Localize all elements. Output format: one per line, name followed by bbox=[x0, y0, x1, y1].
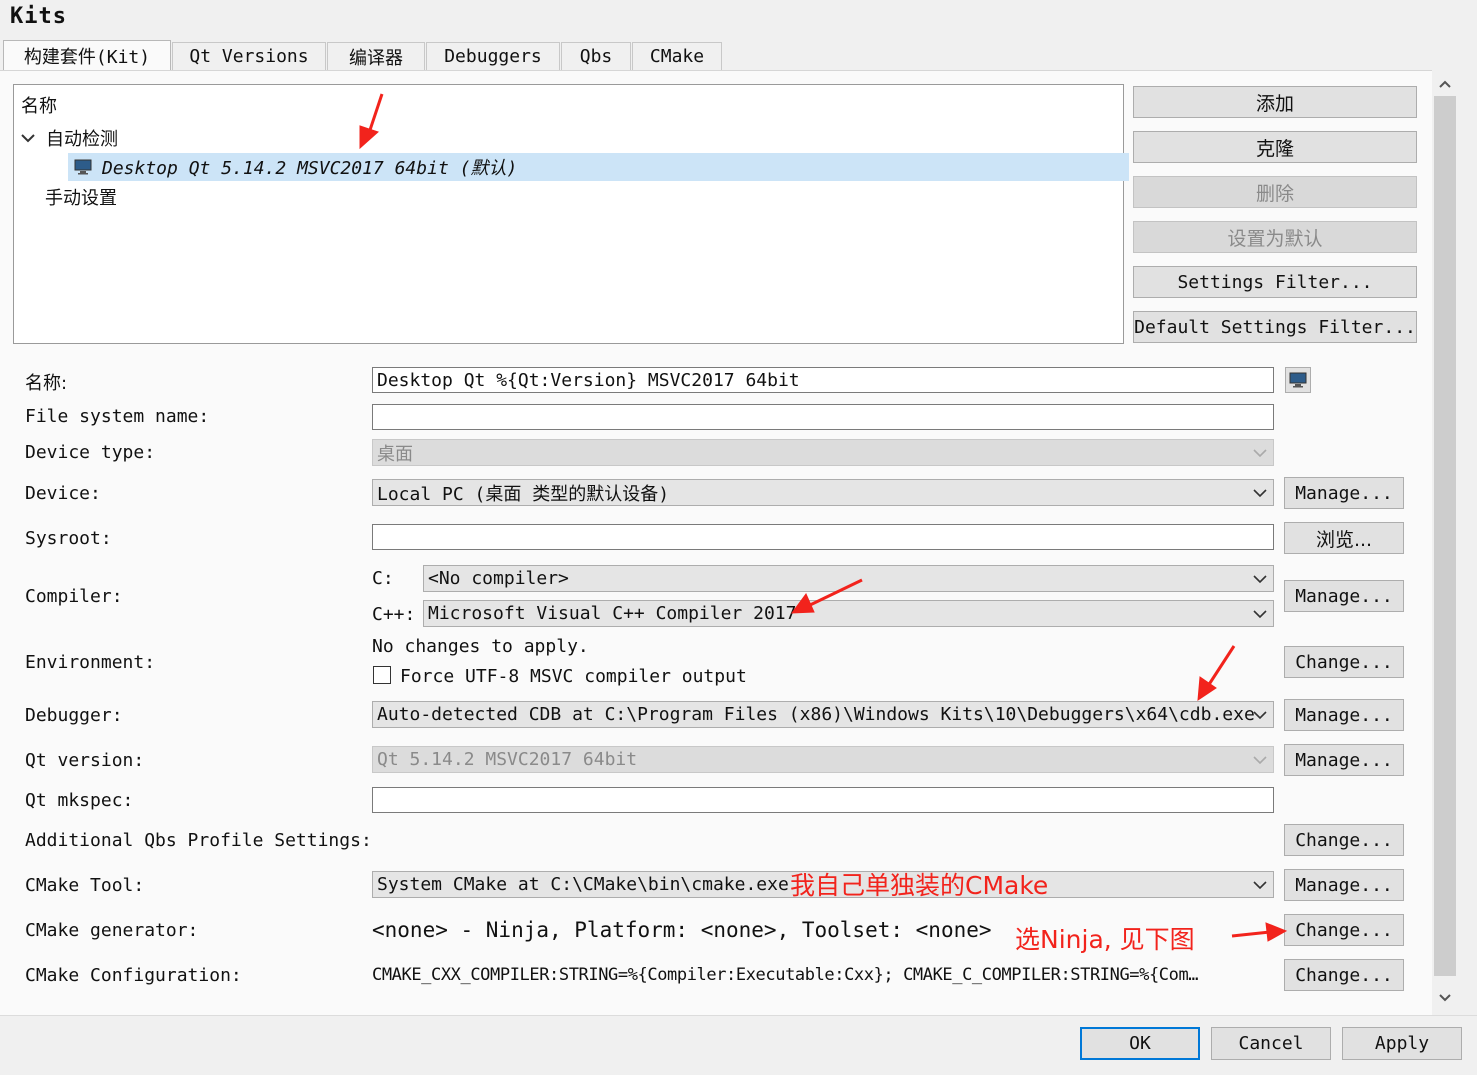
ninja-annotation: 选Ninja, 见下图 bbox=[1015, 925, 1195, 954]
chevron-down-icon bbox=[1253, 702, 1267, 727]
tree-header-label: 名称 bbox=[21, 96, 57, 117]
device-value: Local PC (桌面 类型的默认设备) bbox=[377, 483, 670, 505]
tree-group-auto[interactable]: 自动检测 bbox=[14, 124, 1129, 152]
force-utf8-checkbox[interactable] bbox=[373, 666, 391, 684]
fs-name-label: File system name: bbox=[25, 406, 210, 427]
mkspec-label: Qt mkspec: bbox=[25, 790, 134, 811]
monitor-icon bbox=[1289, 372, 1307, 388]
tab-qbs[interactable]: Qbs bbox=[561, 42, 631, 70]
tree-group-manual[interactable]: 手动设置 bbox=[14, 183, 1154, 211]
sysroot-browse-button[interactable]: 浏览... bbox=[1284, 522, 1404, 554]
qt-version-label: Qt version: bbox=[25, 750, 145, 771]
compiler-label: Compiler: bbox=[25, 586, 123, 607]
chevron-down-icon bbox=[1253, 480, 1267, 505]
name-label: 名称: bbox=[25, 373, 68, 394]
cmake-config-change-button[interactable]: Change... bbox=[1284, 959, 1404, 991]
device-label: Device: bbox=[25, 483, 101, 504]
sysroot-input[interactable] bbox=[372, 524, 1274, 550]
tab-qt-versions[interactable]: Qt Versions bbox=[172, 42, 326, 70]
debugger-select[interactable]: Auto-detected CDB at C:\Program Files (x… bbox=[372, 701, 1274, 728]
chevron-down-icon bbox=[1253, 601, 1267, 626]
cmake-annotation: 我自己单独装的CMake bbox=[790, 871, 1049, 900]
qbs-profile-label: Additional Qbs Profile Settings: bbox=[25, 830, 372, 851]
scrollbar-thumb[interactable] bbox=[1434, 96, 1456, 976]
remove-button[interactable]: 删除 bbox=[1133, 176, 1417, 208]
environment-label: Environment: bbox=[25, 652, 156, 673]
device-select[interactable]: Local PC (桌面 类型的默认设备) bbox=[372, 479, 1274, 506]
name-input[interactable]: Desktop Qt %{Qt:Version} MSVC2017 64bit bbox=[372, 367, 1274, 393]
qt-version-manage-button[interactable]: Manage... bbox=[1284, 744, 1404, 776]
window-title: Kits bbox=[10, 4, 67, 29]
scroll-up-icon[interactable] bbox=[1437, 76, 1453, 92]
force-utf8-label[interactable]: Force UTF-8 MSVC compiler output bbox=[400, 666, 747, 687]
qt-version-value: Qt 5.14.2 MSVC2017 64bit bbox=[377, 749, 638, 770]
compiler-c-label: C: bbox=[372, 568, 394, 589]
cmake-generator-value: <none> - Ninja, Platform: <none>, Toolse… bbox=[372, 918, 992, 942]
tree-item-selected-kit-label: Desktop Qt 5.14.2 MSVC2017 64bit (默认) bbox=[102, 158, 518, 179]
compiler-c-value: <No compiler> bbox=[428, 568, 569, 589]
compiler-cpp-value: Microsoft Visual C++ Compiler 2017 bbox=[428, 603, 797, 624]
mkspec-input[interactable] bbox=[372, 787, 1274, 813]
add-button[interactable]: 添加 bbox=[1133, 86, 1417, 118]
device-type-select[interactable]: 桌面 bbox=[372, 439, 1274, 466]
default-settings-filter-button[interactable]: Default Settings Filter... bbox=[1133, 311, 1417, 343]
device-type-value: 桌面 bbox=[377, 443, 413, 465]
tree-group-manual-label: 手动设置 bbox=[45, 188, 117, 209]
ok-button[interactable]: OK bbox=[1080, 1027, 1200, 1060]
tree-item-selected-kit[interactable]: Desktop Qt 5.14.2 MSVC2017 64bit (默认) bbox=[68, 153, 1129, 181]
settings-filter-button[interactable]: Settings Filter... bbox=[1133, 266, 1417, 298]
monitor-icon bbox=[74, 159, 92, 175]
apply-button[interactable]: Apply bbox=[1342, 1027, 1462, 1060]
chevron-down-icon bbox=[1253, 440, 1267, 465]
clone-button[interactable]: 克隆 bbox=[1133, 131, 1417, 163]
compiler-cpp-label: C++: bbox=[372, 604, 416, 625]
debugger-value: Auto-detected CDB at C:\Program Files (x… bbox=[377, 704, 1255, 725]
device-type-label: Device type: bbox=[25, 442, 156, 463]
chevron-down-icon bbox=[1253, 566, 1267, 591]
compiler-manage-button[interactable]: Manage... bbox=[1284, 580, 1404, 612]
debugger-label: Debugger: bbox=[25, 705, 123, 726]
cmake-config-value: CMAKE_CXX_COMPILER:STRING=%{Compiler:Exe… bbox=[372, 965, 1199, 985]
chevron-down-icon bbox=[1253, 747, 1267, 772]
scroll-down-icon[interactable] bbox=[1437, 990, 1453, 1006]
cmake-tool-value: System CMake at C:\CMake\bin\cmake.exe bbox=[377, 874, 789, 895]
tab-debuggers[interactable]: Debuggers bbox=[426, 42, 560, 70]
debugger-manage-button[interactable]: Manage... bbox=[1284, 699, 1404, 731]
tab-compilers[interactable]: 编译器 bbox=[327, 42, 425, 70]
cmake-generator-label: CMake generator: bbox=[25, 920, 199, 941]
tab-kits[interactable]: 构建套件(Kit) bbox=[3, 40, 171, 71]
chevron-down-icon bbox=[1253, 872, 1267, 897]
make-default-button[interactable]: 设置为默认 bbox=[1133, 221, 1417, 253]
cmake-generator-change-button[interactable]: Change... bbox=[1284, 914, 1404, 946]
cmake-tool-manage-button[interactable]: Manage... bbox=[1284, 869, 1404, 901]
cmake-config-label: CMake Configuration: bbox=[25, 965, 242, 986]
compiler-c-select[interactable]: <No compiler> bbox=[423, 565, 1274, 592]
sysroot-label: Sysroot: bbox=[25, 528, 112, 549]
chevron-down-icon[interactable] bbox=[20, 130, 36, 146]
environment-change-button[interactable]: Change... bbox=[1284, 646, 1404, 678]
tree-header: 名称 bbox=[14, 91, 1130, 119]
tab-cmake[interactable]: CMake bbox=[632, 42, 722, 70]
device-manage-button[interactable]: Manage... bbox=[1284, 477, 1404, 509]
cmake-tool-label: CMake Tool: bbox=[25, 875, 145, 896]
device-icon-button[interactable] bbox=[1285, 367, 1311, 393]
fs-name-input[interactable] bbox=[372, 404, 1274, 430]
compiler-cpp-select[interactable]: Microsoft Visual C++ Compiler 2017 bbox=[423, 600, 1274, 627]
cancel-button[interactable]: Cancel bbox=[1211, 1027, 1331, 1060]
tree-group-auto-label: 自动检测 bbox=[46, 129, 118, 150]
tab-bar: 构建套件(Kit) Qt Versions 编译器 Debuggers Qbs … bbox=[0, 40, 1477, 71]
kit-tree[interactable]: 名称 自动检测 Desktop Qt 5.14.2 MSVC2017 64bit… bbox=[13, 84, 1129, 344]
environment-status: No changes to apply. bbox=[372, 636, 589, 657]
qbs-change-button[interactable]: Change... bbox=[1284, 824, 1404, 856]
qt-version-select[interactable]: Qt 5.14.2 MSVC2017 64bit bbox=[372, 746, 1274, 773]
